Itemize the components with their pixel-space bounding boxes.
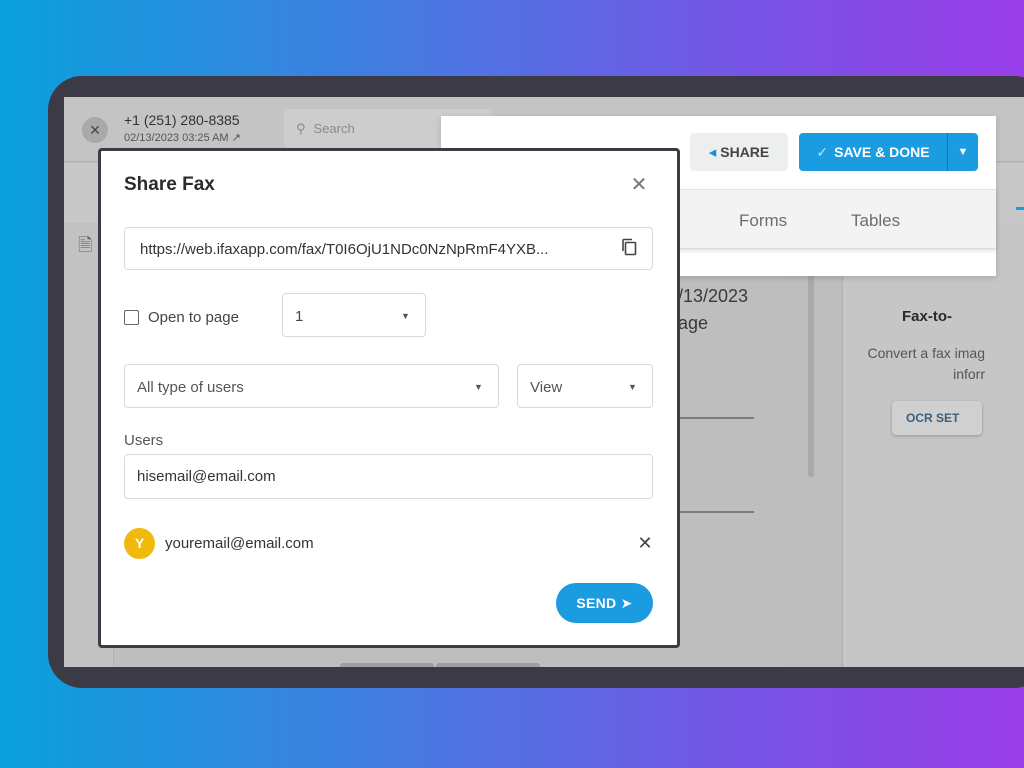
document-line [674,511,754,513]
send-icon: ➤ [620,595,633,611]
save-options-dropdown[interactable]: ▼ [947,133,978,171]
save-and-done-button[interactable]: ✓ SAVE & DONE [799,133,947,171]
open-to-page-label[interactable]: Open to page [148,309,239,326]
ocr-panel [842,223,1024,667]
fax-phone-number: +1 (251) 280-8385 [124,112,240,128]
avatar: Y [124,528,155,559]
permission-value: View [530,379,563,396]
caret-down-icon: ▼ [401,311,410,321]
copy-icon[interactable] [621,238,637,256]
document-scrollbar[interactable] [808,267,814,477]
caret-down-icon: ▼ [474,382,483,392]
arrow-up-right-icon: ↗ [231,132,241,144]
users-label: Users [124,432,164,449]
share-link-text: https://web.ifaxapp.com/fax/T0I6OjU1NDc0… [140,241,549,258]
user-type-select[interactable]: All type of users ▼ [124,364,499,408]
tab-forms[interactable]: Forms [739,211,787,231]
shared-user-email: youremail@email.com [165,535,314,552]
fax-date: 02/13/2023 03:25 AM ↗ [124,132,241,144]
share-link-field[interactable]: https://web.ifaxapp.com/fax/T0I6OjU1NDc0… [124,227,653,270]
close-icon: ✕ [630,174,648,196]
caret-down-icon: ▼ [957,146,969,158]
users-email-input[interactable] [124,454,653,499]
ocr-panel-description: Convert a fax imag inforr [867,345,986,382]
page-number-select[interactable]: 1 ▼ [282,293,426,337]
search-icon: ⚲ [296,121,306,136]
document-icon[interactable]: 🗎 [78,233,92,263]
page-number-value: 1 [295,308,304,325]
document-page-text: /13/2023 age [678,286,749,333]
share-button[interactable]: ◂ SHARE [690,133,788,171]
bottom-tab[interactable] [436,663,540,667]
remove-user-button[interactable]: ✕ [636,533,654,554]
modal-title: Share Fax [124,174,215,195]
tab-tables[interactable]: Tables [851,211,900,231]
open-to-page-checkbox[interactable] [124,310,139,325]
ocr-panel-title: Fax-to- [902,308,952,325]
caret-down-icon: ▼ [628,382,637,392]
tab-active-indicator [1016,207,1024,210]
close-icon: × [89,120,101,140]
share-icon: ◂ [708,144,717,161]
bottom-tab[interactable] [340,663,434,667]
document-line [674,417,754,419]
background-close-button[interactable]: × [82,117,108,143]
ocr-settings-button[interactable]: OCR SET [892,401,982,435]
user-type-value: All type of users [137,379,244,396]
modal-close-button[interactable]: ✕ [629,172,649,197]
check-icon: ✓ [816,144,829,160]
send-button[interactable]: SEND ➤ [556,583,653,623]
permission-select[interactable]: View ▼ [517,364,653,408]
close-icon: ✕ [637,533,653,553]
